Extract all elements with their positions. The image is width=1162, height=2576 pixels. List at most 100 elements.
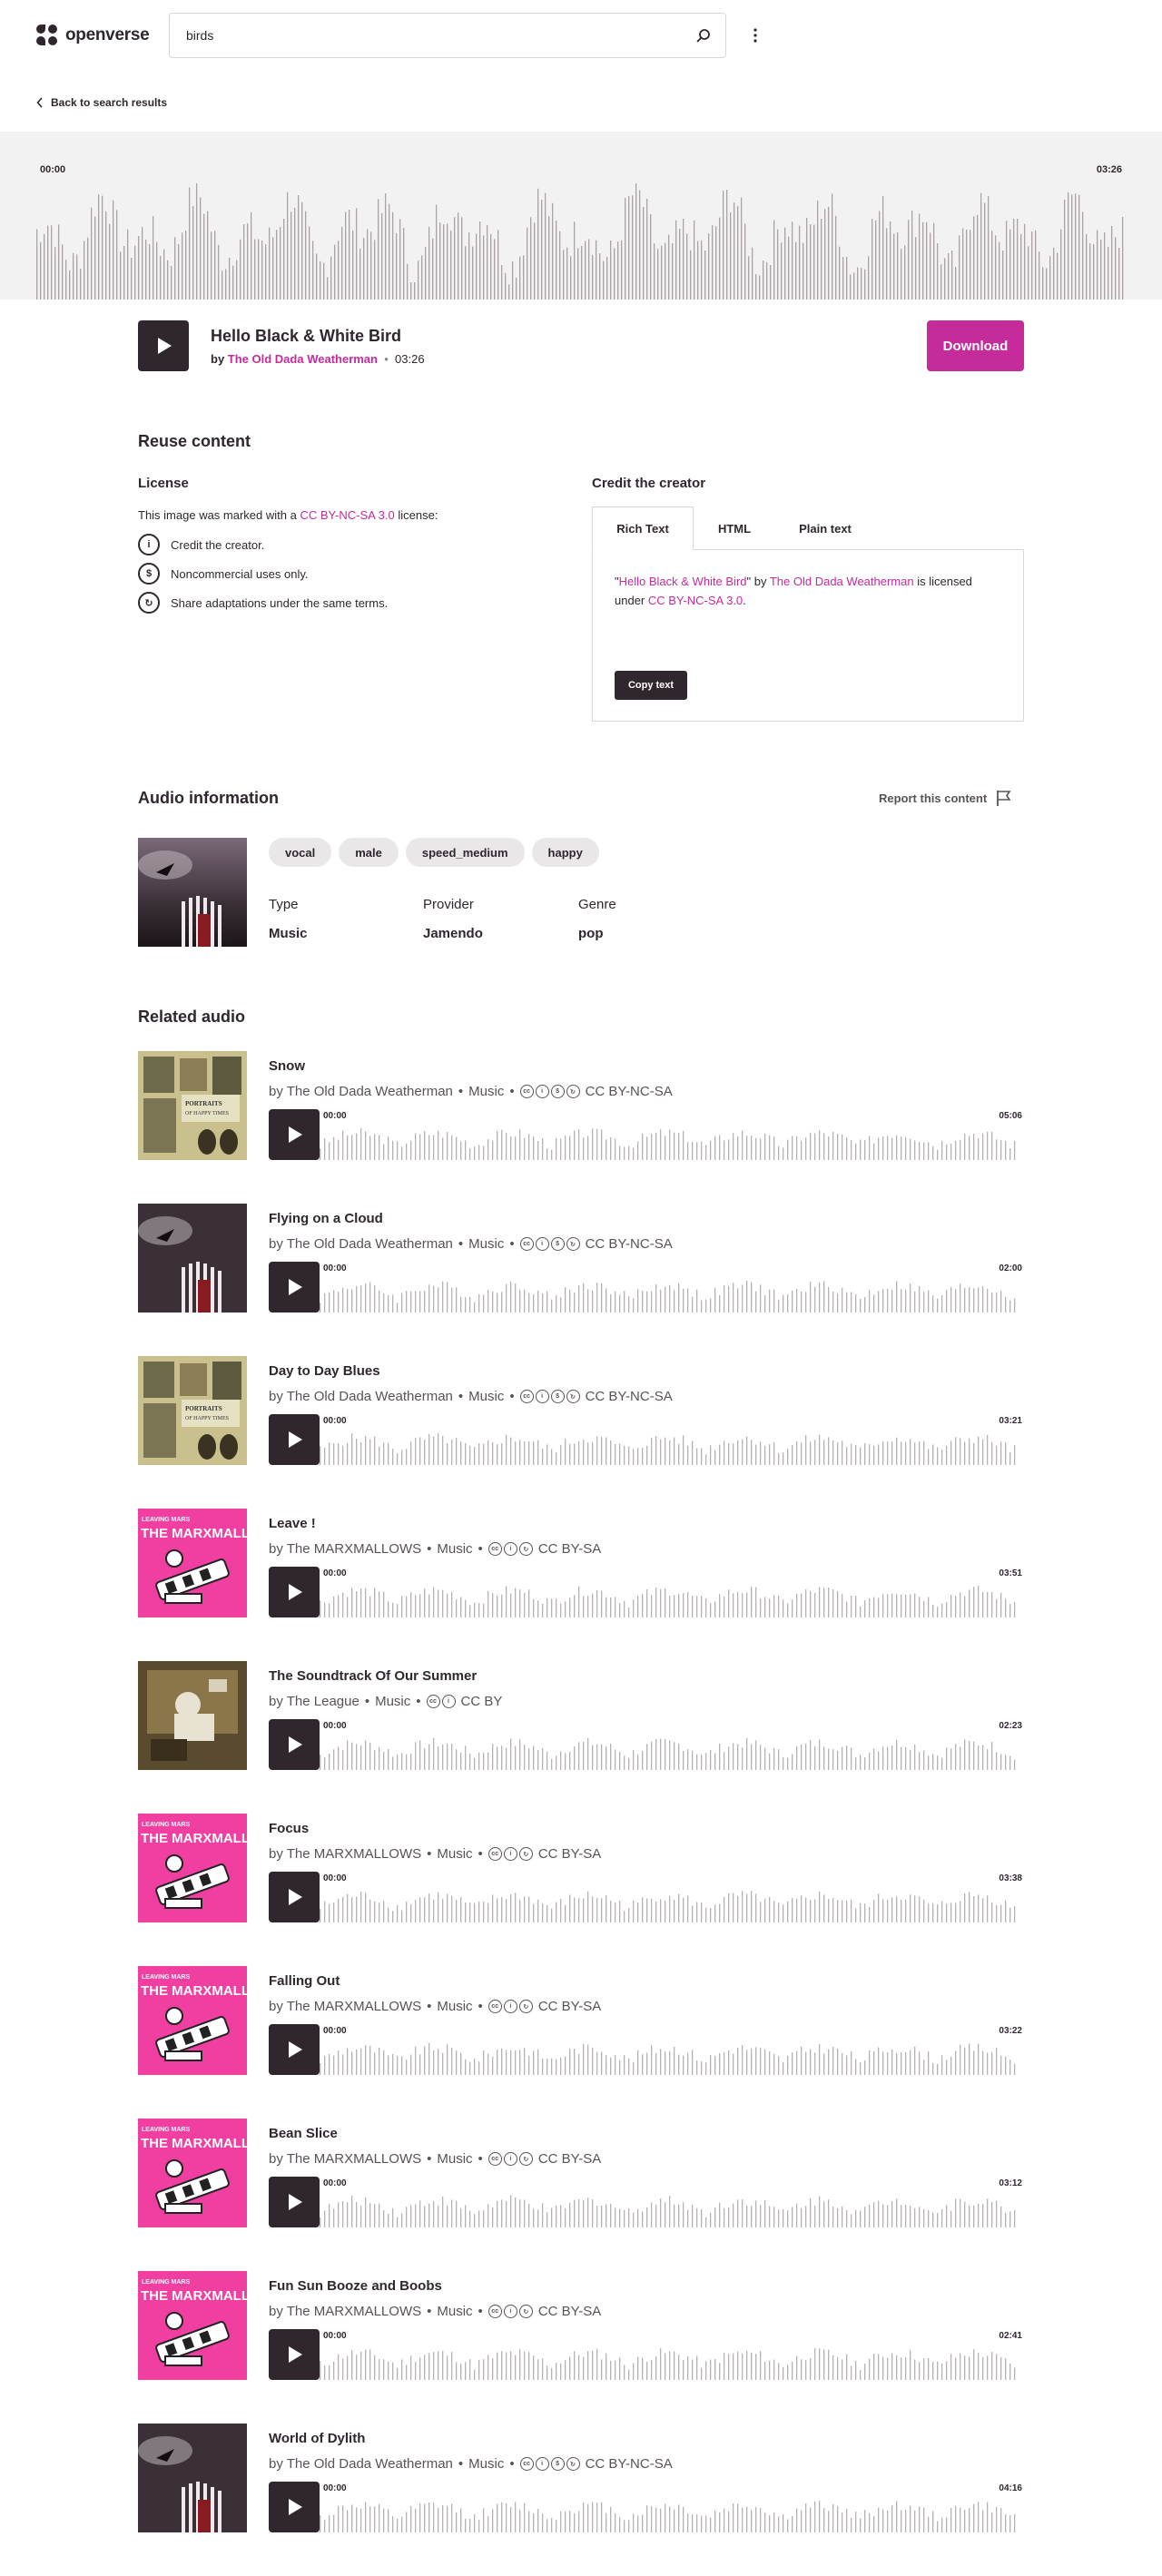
tab-rich-text[interactable]: Rich Text [592,506,694,550]
related-waveform[interactable] [320,1567,1024,1617]
related-waveform[interactable] [320,1109,1024,1160]
copy-text-button[interactable]: Copy text [615,671,687,700]
meta-dot: • [478,2304,483,2319]
more-menu-icon[interactable] [744,25,766,46]
related-album-art[interactable]: LEAVING MARS THE MARXMALLOWS [138,2271,247,2380]
back-to-results-link[interactable]: Back to search results [36,96,167,109]
related-title[interactable]: Leave ! [269,1516,316,1531]
license-link[interactable]: CC BY-NC-SA 3.0 [300,508,394,522]
related-title[interactable]: The Soundtrack Of Our Summer [269,1668,477,1684]
related-title[interactable]: Focus [269,1821,309,1836]
meta-dot: • [427,2151,432,2167]
related-album-art[interactable] [138,1661,247,1770]
related-waveform[interactable] [320,1719,1024,1770]
attribution-license-link[interactable]: CC BY-NC-SA 3.0 [648,594,743,607]
related-title[interactable]: Snow [269,1058,305,1074]
flag-icon [997,791,1011,806]
related-play-button[interactable] [269,1262,320,1313]
related-audio-row[interactable]: LEAVING MARS THE MARXMALLOWS Leave ! by … [138,1509,1024,1617]
by-icon: i [535,1085,549,1098]
related-title[interactable]: Fun Sun Booze and Boobs [269,2278,442,2294]
related-play-button[interactable] [269,1109,320,1160]
tag-speed-medium[interactable]: speed_medium [405,838,525,867]
provider-link[interactable]: Jamendo [423,926,483,941]
meta-dot: • [458,1084,464,1099]
related-audio-row[interactable]: LEAVING MARS THE MARXMALLOWS Falling Out… [138,1966,1024,2075]
related-end-time: 03:22 [999,2026,1022,2036]
related-waveform[interactable] [320,2482,1024,2532]
related-creator: by The MARXMALLOWS [269,2304,422,2319]
art-band-name: THE MARXMALLOWS [141,1526,247,1541]
related-album-art[interactable]: LEAVING MARS THE MARXMALLOWS [138,1966,247,2075]
main-waveform[interactable]: 00:00 03:26 [0,132,1162,300]
related-album-art[interactable] [138,1204,247,1313]
related-start-time: 00:00 [323,2178,347,2188]
meta-dot: • [458,1236,464,1252]
tag-male[interactable]: male [339,838,399,867]
related-play-button[interactable] [269,2024,320,2075]
related-album-art[interactable]: LEAVING MARS THE MARXMALLOWS [138,2119,247,2227]
art-band-name: THE MARXMALLOWS [141,1983,247,1999]
cc-icon: cc [487,2000,502,2013]
related-play-button[interactable] [269,2482,320,2532]
art-small-text: LEAVING MARS [142,1822,190,1828]
related-title[interactable]: Day to Day Blues [269,1363,380,1379]
related-waveform[interactable] [320,1872,1024,1922]
related-title[interactable]: World of Dylith [269,2431,365,2446]
attribution-creator-link[interactable]: The Old Dada Weatherman [770,575,914,588]
related-creator: by The Old Dada Weatherman [269,1084,453,1099]
related-title[interactable]: Flying on a Cloud [269,1211,383,1226]
play-button[interactable] [138,320,189,371]
by-icon: i [535,1390,549,1403]
tab-plain-text[interactable]: Plain text [775,506,875,550]
related-audio-row[interactable]: PORTRAITS OF HAPPY TIMES Day to Day Blue… [138,1356,1024,1465]
related-audio-row[interactable]: Flying on a Cloud by The Old Dada Weathe… [138,1204,1024,1313]
license-icons: cc i ↻ [487,1847,533,1861]
related-album-art[interactable]: LEAVING MARS THE MARXMALLOWS [138,1509,247,1617]
related-play-button[interactable] [269,2177,320,2227]
download-button[interactable]: Download [927,320,1024,371]
related-waveform[interactable] [320,1414,1024,1465]
related-album-art[interactable] [138,2424,247,2532]
svg-text:OF HAPPY TIMES: OF HAPPY TIMES [185,1111,229,1116]
report-content-button[interactable]: Report this content [879,789,1012,807]
tag-happy[interactable]: happy [531,838,599,867]
related-play-button[interactable] [269,1872,320,1922]
related-audio-row[interactable]: World of Dylith by The Old Dada Weatherm… [138,2424,1024,2532]
meta-dot: • [427,2304,432,2319]
related-album-art[interactable]: PORTRAITS OF HAPPY TIMES [138,1051,247,1160]
related-audio-row[interactable]: LEAVING MARS THE MARXMALLOWS Bean Slice … [138,2119,1024,2227]
creator-link[interactable]: The Old Dada Weatherman [228,352,378,366]
search-input[interactable]: birds [169,13,726,58]
search-icon[interactable] [694,27,713,45]
related-play-button[interactable] [269,1719,320,1770]
related-play-button[interactable] [269,1567,320,1617]
type-label: Type [269,897,299,912]
related-play-button[interactable] [269,2329,320,2380]
by-icon: i [503,1542,517,1556]
related-title[interactable]: Bean Slice [269,2126,338,2141]
related-waveform[interactable] [320,1262,1024,1313]
related-creator: by The Old Dada Weatherman [269,1389,453,1404]
related-waveform[interactable] [320,2329,1024,2380]
related-waveform[interactable] [320,2024,1024,2075]
openverse-logo[interactable]: openverse [36,25,150,46]
nc-icon: $ [550,1237,565,1251]
by-icon: i [535,1237,549,1251]
related-audio-row[interactable]: PORTRAITS OF HAPPY TIMES Snow by The Old… [138,1051,1024,1160]
search-value[interactable]: birds [186,28,213,43]
tab-html[interactable]: HTML [694,506,775,550]
tag-vocal[interactable]: vocal [269,838,332,867]
attribution-title-link[interactable]: Hello Black & White Bird [619,575,747,588]
related-title[interactable]: Falling Out [269,1973,340,1989]
cc-icon: cc [519,1237,534,1251]
related-album-art[interactable]: PORTRAITS OF HAPPY TIMES [138,1356,247,1465]
sa-icon: ↻ [518,1542,533,1556]
provider-label: Provider [423,897,474,912]
related-album-art[interactable]: LEAVING MARS THE MARXMALLOWS [138,1814,247,1922]
related-audio-row[interactable]: The Soundtrack Of Our Summer by The Leag… [138,1661,1024,1770]
related-waveform[interactable] [320,2177,1024,2227]
related-play-button[interactable] [269,1414,320,1465]
related-audio-row[interactable]: LEAVING MARS THE MARXMALLOWS Fun Sun Boo… [138,2271,1024,2380]
related-audio-row[interactable]: LEAVING MARS THE MARXMALLOWS Focus by Th… [138,1814,1024,1922]
